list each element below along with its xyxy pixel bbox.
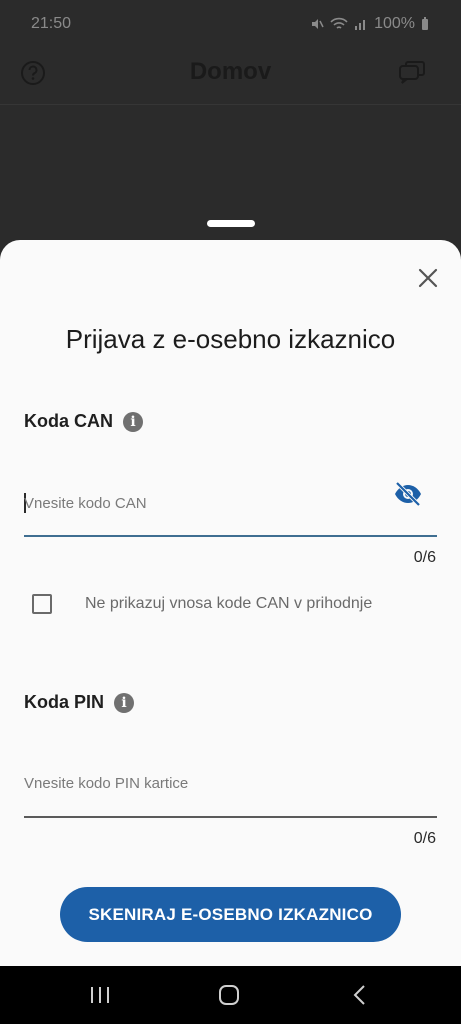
wifi-icon (330, 17, 348, 29)
pin-input-underline (24, 816, 437, 818)
background-app-bar: Domov (0, 46, 461, 104)
screen: 21:50 100% Domov Prijava z e-osebno izka… (0, 0, 461, 1024)
sheet-drag-handle[interactable] (207, 220, 255, 227)
pin-input[interactable] (24, 763, 437, 803)
eye-off-icon[interactable] (393, 481, 423, 507)
close-icon[interactable] (417, 267, 439, 289)
can-counter: 0/6 (413, 549, 436, 566)
background-title: Domov (189, 58, 272, 85)
mute-icon (312, 19, 324, 29)
dont-show-can-label[interactable]: Ne prikazuj vnosa kode CAN v prihodnje (85, 595, 372, 613)
signal-icon (355, 20, 366, 30)
status-time: 21:50 (31, 15, 72, 32)
recent-apps-icon[interactable] (89, 984, 111, 1006)
background-divider (0, 104, 461, 105)
home-icon[interactable] (218, 984, 240, 1006)
pin-label-row: Koda PIN i (24, 692, 135, 713)
system-nav-bar (0, 966, 461, 1024)
login-bottom-sheet: Prijava z e-osebno izkaznico Koda CAN i … (0, 240, 461, 966)
chat-icon (399, 61, 425, 84)
back-icon[interactable] (349, 984, 371, 1006)
info-icon[interactable]: i (114, 692, 135, 713)
sheet-title: Prijava z e-osebno izkaznico (65, 324, 396, 354)
scan-id-card-button[interactable]: SKENIRAJ E-OSEBNO IZKAZNICO (60, 887, 401, 942)
status-bar: 21:50 100% (0, 0, 461, 46)
pin-counter: 0/6 (413, 830, 436, 847)
can-label-row: Koda CAN i (24, 411, 143, 432)
battery-icon (422, 17, 428, 30)
can-input-underline (24, 535, 437, 537)
status-icons: 100% (310, 15, 429, 33)
dont-show-can-checkbox[interactable] (32, 594, 52, 614)
pin-label: Koda PIN (24, 692, 105, 712)
info-icon[interactable]: i (123, 411, 143, 432)
can-label: Koda CAN (24, 411, 113, 431)
battery-level: 100% (374, 15, 415, 32)
can-input[interactable] (24, 483, 437, 523)
